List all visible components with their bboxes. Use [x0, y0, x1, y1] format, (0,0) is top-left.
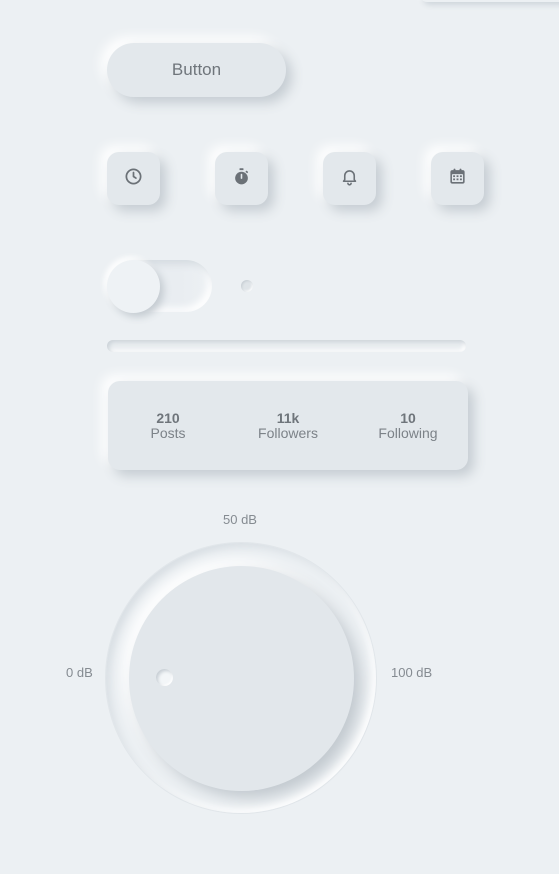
profile-stats-card: 210 Posts 11k Followers 10 Following: [108, 381, 468, 470]
primary-button[interactable]: Button: [107, 43, 286, 97]
bell-icon: [340, 167, 359, 191]
clock-icon: [124, 167, 143, 191]
knob-mid-label: 50 dB: [223, 512, 257, 527]
stat-label: Followers: [258, 425, 318, 441]
radio-button[interactable]: [241, 280, 253, 292]
volume-knob-indicator[interactable]: [156, 669, 173, 686]
knob-max-label: 100 dB: [391, 665, 433, 680]
calendar-icon: [448, 167, 467, 191]
stat-following: 10 Following: [358, 411, 458, 441]
knob-min-label: 0 dB: [66, 665, 93, 680]
range-slider[interactable]: [107, 340, 466, 352]
stat-value: 10: [400, 410, 416, 426]
stat-label: Posts: [150, 425, 186, 441]
stopwatch-icon: [232, 167, 251, 191]
primary-button-label: Button: [171, 60, 222, 79]
bell-button[interactable]: [323, 152, 376, 205]
stat-followers: 11k Followers: [238, 411, 338, 441]
clock-button[interactable]: [107, 152, 160, 205]
stat-label: Following: [378, 425, 438, 441]
stat-value: 210: [156, 410, 180, 426]
calendar-button[interactable]: [431, 152, 484, 205]
partial-element-top: [420, 0, 559, 2]
stat-posts: 210 Posts: [118, 411, 218, 441]
stopwatch-button[interactable]: [215, 152, 268, 205]
stat-value: 11k: [276, 410, 300, 426]
toggle-knob[interactable]: [107, 260, 160, 313]
